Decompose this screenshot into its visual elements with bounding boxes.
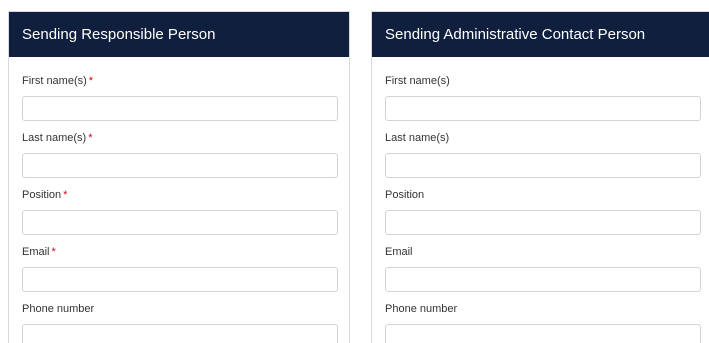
responsible-position-label: Position * <box>22 188 338 202</box>
required-mark: * <box>88 75 94 87</box>
contact-email-field: Email <box>385 245 701 292</box>
contact-phone-field: Phone number <box>385 302 701 343</box>
responsible-first-name-label: First name(s) * <box>22 74 338 88</box>
contact-position-field: Position <box>385 188 701 235</box>
responsible-email-input[interactable] <box>22 267 338 292</box>
label-text: Phone number <box>22 303 95 315</box>
required-mark: * <box>63 189 68 201</box>
responsible-last-name-label: Last name(s) * <box>22 131 338 145</box>
contact-first-name-label: First name(s) <box>385 75 450 87</box>
label-text: Position <box>22 189 62 201</box>
page: Sending Responsible Person First name(s)… <box>0 0 709 343</box>
responsible-email-field: Email * <box>22 245 338 292</box>
contact-position-input[interactable] <box>385 210 701 235</box>
administrative-contact-panel: Sending Administrative Contact Person Fi… <box>371 11 709 343</box>
responsible-phone-label: Phone number <box>22 302 338 316</box>
contact-email-label: Email <box>385 246 413 258</box>
contact-email-input[interactable] <box>385 267 701 292</box>
responsible-first-name-field: First name(s) * <box>22 74 338 121</box>
administrative-contact-title: Sending Administrative Contact Person <box>372 12 709 57</box>
responsible-person-title: Sending Responsible Person <box>9 12 349 57</box>
required-mark: * <box>51 246 56 258</box>
responsible-phone-field: Phone number <box>22 302 338 343</box>
label-text: First name(s) <box>22 75 87 87</box>
required-mark: * <box>88 132 93 144</box>
responsible-first-name-input[interactable] <box>22 96 338 121</box>
responsible-position-input[interactable] <box>22 210 338 235</box>
responsible-last-name-input[interactable] <box>22 153 338 178</box>
label-text: Last name(s) <box>22 132 87 144</box>
responsible-person-panel: Sending Responsible Person First name(s)… <box>8 11 350 343</box>
label-text: Email <box>22 246 50 258</box>
contact-last-name-input[interactable] <box>385 153 701 178</box>
responsible-email-label: Email * <box>22 245 338 259</box>
contact-position-label: Position <box>385 189 425 201</box>
contact-phone-label: Phone number <box>385 303 458 315</box>
contact-phone-input[interactable] <box>385 324 701 343</box>
contact-last-name-field: Last name(s) <box>385 131 701 178</box>
responsible-last-name-field: Last name(s) * <box>22 131 338 178</box>
contact-last-name-label: Last name(s) <box>385 132 450 144</box>
contact-first-name-input[interactable] <box>385 96 701 121</box>
contact-first-name-field: First name(s) <box>385 74 701 121</box>
responsible-position-field: Position * <box>22 188 338 235</box>
responsible-phone-input[interactable] <box>22 324 338 343</box>
